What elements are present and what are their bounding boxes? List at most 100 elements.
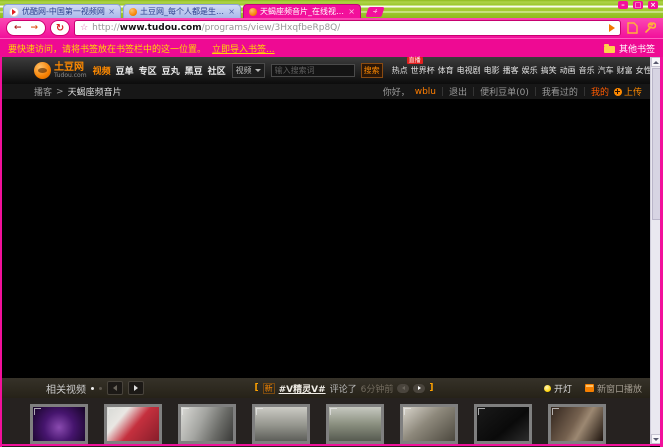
new-window-play[interactable]: 新窗口播放 [585,382,642,395]
tab-current-video[interactable]: 天蝎座频音片_在线视频... × [243,4,361,18]
related-video-thumbnail[interactable]: 天蝎座深情 N [252,404,310,447]
search-input[interactable]: 输入搜索词 [271,64,355,77]
bracket: ] [429,383,433,393]
go-arrow-icon[interactable] [609,24,615,32]
cat-music[interactable]: 音乐 [579,65,595,76]
nav-item-video[interactable]: 视频 [93,64,111,77]
close-window-button[interactable]: × [648,1,658,9]
cat-finance[interactable]: 财富 [617,65,633,76]
doulist-link[interactable]: 便利豆单(0) [480,85,529,98]
web-page: 土豆网 Tudou.com 视频 豆单 专区 豆丸 黑豆 社区 视频 输入搜索词… [2,57,650,447]
related-video-thumbnail[interactable]: 街拍天蝎座 [326,404,384,447]
cat-movie[interactable]: 电影 [484,65,500,76]
cat-auto[interactable]: 汽车 [598,65,614,76]
thumbnail-image[interactable] [548,404,606,444]
cat-funny[interactable]: 搞笑 [541,65,557,76]
divider: | [441,87,444,97]
reload-button[interactable]: ↻ [50,20,70,36]
related-video-thumbnail[interactable]: 蝎座女生-200 [30,404,88,447]
address-bar[interactable]: ☆ http://www.tudou.com/programs/view/3Hx… [74,20,621,36]
tudou-favicon-icon [249,8,257,16]
minimize-button[interactable]: – [618,1,628,9]
search-button[interactable]: 搜索 [361,63,383,78]
search-category-select[interactable]: 视频 [232,63,265,78]
breadcrumb-current: 天蝎座频音片 [68,85,122,98]
ticker-next-button[interactable] [413,384,425,393]
related-video-thumbnail[interactable]: 天蝎座-片花 [178,404,236,447]
close-tab-icon[interactable]: × [108,7,115,16]
breadcrumb-separator: > [56,87,64,97]
video-player[interactable] [2,100,650,378]
carousel-next-button[interactable] [128,381,144,395]
new-tab-button[interactable] [365,7,384,17]
thumbnail-image[interactable] [252,404,310,444]
ticker-user-link[interactable]: #V精灵V# [279,382,326,395]
related-video-thumbnail[interactable]: 经典之吻 [400,404,458,447]
my-link[interactable]: 我的 [591,85,609,98]
thumbnail-image[interactable] [178,404,236,444]
tab-strip: 优酷网-中国第一视频网 × 土豆网_每个人都是生活... × 天蝎座频音片_在线… [3,4,383,18]
other-bookmarks-button[interactable]: 其他书签 [604,42,655,55]
page-scrollbar[interactable] [650,57,660,444]
window-title-frame: – □ × 优酷网-中国第一视频网 × 土豆网_每个人都是生活... × 天蝎座… [0,0,663,18]
bookmarks-bar: 要快速访问，请将书签放在书签栏中的这一位置。 立即导入书签... 其他书签 [0,38,663,57]
folder-icon [604,46,615,53]
watched-link[interactable]: 我看过的 [542,85,578,98]
wrench-icon [644,22,656,34]
bookmarks-hint: 要快速访问，请将书签放在书签栏中的这一位置。 [8,42,206,55]
comment-ticker: [ 新 #V精灵V# 评论了 6分钟前 ] [254,382,433,395]
close-tab-icon[interactable]: × [348,7,355,16]
carousel-prev-button[interactable] [107,381,123,395]
cat-anime[interactable]: 动画 [560,65,576,76]
maximize-button[interactable]: □ [633,1,643,9]
nav-item-heidou[interactable]: 黑豆 [185,64,203,77]
bookmark-star-icon[interactable]: ☆ [80,24,88,33]
logout-link[interactable]: 退出 [449,85,467,98]
thumbnail-image[interactable] [104,404,162,444]
related-video-thumbnail[interactable]: 天蝎座男生睡前 [104,404,162,447]
related-videos-bar: 相关视频 [ 新 #V精灵V# 评论了 6分钟前 ] 开灯 新窗口播放 [2,378,650,398]
plus-icon [373,9,378,13]
forward-button[interactable]: → [31,24,39,33]
window-frame-bottom [0,444,663,446]
thumbnail-image[interactable] [400,404,458,444]
youku-favicon-icon [9,7,19,17]
nav-item-zone[interactable]: 专区 [139,64,157,77]
cat-worldcup[interactable]: 世界杯 [411,65,435,76]
lights-toggle[interactable]: 开灯 [544,382,572,395]
tudou-logo-icon [34,62,51,79]
nav-item-community[interactable]: 社区 [208,64,226,77]
thumbnail-image[interactable] [326,404,384,444]
up-arrow-icon [653,61,659,64]
nav-item-doulist[interactable]: 豆单 [116,64,134,77]
breadcrumb-root[interactable]: 播客 [34,85,52,98]
cat-sports[interactable]: 体育 [438,65,454,76]
thumbnail-image[interactable] [474,404,532,444]
username-link[interactable]: wblu [415,87,436,97]
related-video-thumbnail[interactable]: 天蝎座男人 T [548,404,606,447]
new-window-label: 新窗口播放 [597,382,642,395]
ticker-prev-button[interactable] [397,384,409,393]
cat-tv[interactable]: 电视剧 [457,65,481,76]
upload-link[interactable]: 上传 [614,85,642,98]
tudou-favicon-icon [129,8,137,16]
thumbnail-image[interactable] [30,404,88,444]
cat-podcast[interactable]: 播客 [503,65,519,76]
page-menu-button[interactable] [625,21,639,35]
secondary-nav: 直播 热点 世界杯 体育 电视剧 电影 播客 娱乐 搞笑 动画 音乐 汽车 财富… [392,65,663,76]
import-bookmarks-link[interactable]: 立即导入书签... [212,42,275,55]
divider: | [534,87,537,97]
window-controls: – □ × [618,1,658,9]
cat-ent[interactable]: 娱乐 [522,65,538,76]
nav-item-douwan[interactable]: 豆丸 [162,64,180,77]
tudou-logo[interactable]: 土豆网 Tudou.com [34,62,87,79]
back-button[interactable]: ← [14,24,22,33]
tab-tudou-home[interactable]: 土豆网_每个人都是生活... × [123,4,241,18]
related-thumbnails: 蝎座女生-200 天蝎座男生睡前 天蝎座-片花 天蝎座深情 N 街拍天蝎座 经典… [2,398,650,447]
related-video-thumbnail[interactable]: 天蝎座男人 T [474,404,532,447]
cat-hot[interactable]: 热点 [392,65,408,76]
tab-youku[interactable]: 优酷网-中国第一视频网 × [3,4,121,18]
close-tab-icon[interactable]: × [228,7,235,16]
search-category-value: 视频 [236,65,252,76]
wrench-menu-button[interactable] [643,21,657,35]
